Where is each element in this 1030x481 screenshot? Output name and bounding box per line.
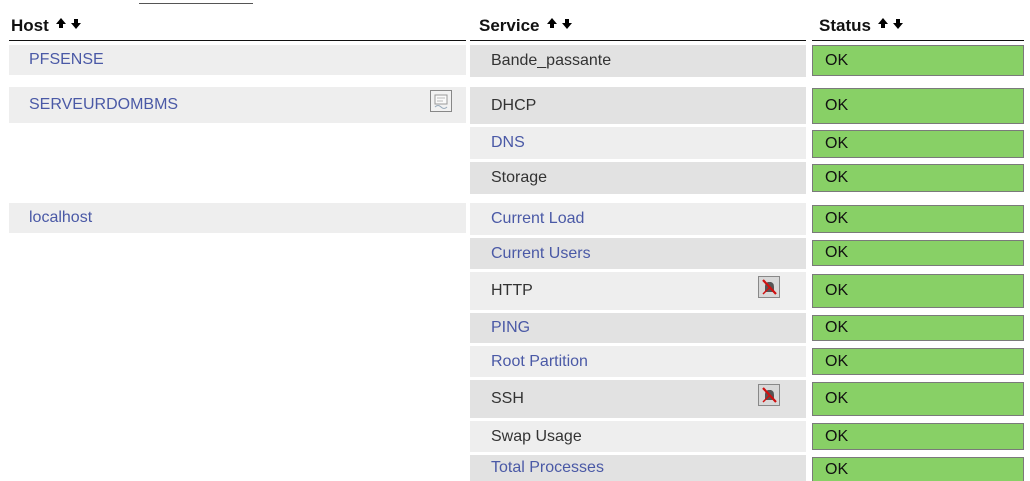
status-badge: OK <box>812 240 1024 266</box>
status-badge: OK <box>812 274 1024 308</box>
status-badge: OK <box>812 457 1024 481</box>
service-cell: Bande_passante <box>470 45 806 77</box>
status-badge: OK <box>812 130 1024 158</box>
status-badge: OK <box>812 88 1024 124</box>
sort-descending-icon[interactable] <box>892 19 903 29</box>
column-header-host: Host <box>11 16 82 36</box>
status-badge: OK <box>812 205 1024 233</box>
service-link[interactable]: Current Load <box>491 210 584 228</box>
header-rule <box>812 40 1024 41</box>
service-cell: HTTP <box>470 272 806 310</box>
host-cell: SERVEURDOMBMS <box>9 87 466 123</box>
column-header-label[interactable]: Service <box>479 16 540 36</box>
service-cell: DHCP <box>470 87 806 124</box>
notifications-disabled-icon[interactable] <box>758 384 780 406</box>
service-name[interactable]: DHCP <box>491 97 536 115</box>
sort-descending-icon[interactable] <box>70 19 81 29</box>
header-rule <box>470 40 806 41</box>
sort-ascending-icon[interactable] <box>55 18 66 28</box>
service-link[interactable]: Current Users <box>491 245 591 263</box>
service-link[interactable]: DNS <box>491 134 525 152</box>
service-link[interactable]: Total Processes <box>491 459 604 477</box>
service-cell: Swap Usage <box>470 421 806 452</box>
service-name[interactable]: Storage <box>491 169 547 187</box>
service-name[interactable]: Swap Usage <box>491 428 582 446</box>
service-name[interactable]: SSH <box>491 390 524 408</box>
host-link[interactable]: localhost <box>29 209 92 227</box>
sort-descending-icon[interactable] <box>561 19 572 29</box>
service-link[interactable]: PING <box>491 319 530 337</box>
header-rule <box>9 40 466 41</box>
host-cell: PFSENSE <box>9 45 466 75</box>
host-cell: localhost <box>9 203 466 233</box>
service-cell: Current Load <box>470 203 806 235</box>
service-cell: Root Partition <box>470 346 806 377</box>
notifications-disabled-icon[interactable] <box>758 276 780 298</box>
column-header-status: Status <box>819 16 904 36</box>
column-header-service: Service <box>479 16 573 36</box>
service-cell: DNS <box>470 127 806 159</box>
notes-icon[interactable] <box>430 90 452 112</box>
column-header-label[interactable]: Host <box>11 16 49 36</box>
service-cell: SSH <box>470 380 806 418</box>
host-link[interactable]: SERVEURDOMBMS <box>29 96 178 114</box>
top-divider <box>139 3 253 4</box>
service-cell: Storage <box>470 162 806 194</box>
status-badge: OK <box>812 45 1024 76</box>
sort-ascending-icon[interactable] <box>877 18 888 28</box>
status-badge: OK <box>812 382 1024 416</box>
column-header-label[interactable]: Status <box>819 16 871 36</box>
status-badge: OK <box>812 164 1024 192</box>
service-name[interactable]: HTTP <box>491 282 533 300</box>
host-link[interactable]: PFSENSE <box>29 51 104 69</box>
service-cell: Current Users <box>470 238 806 269</box>
status-badge: OK <box>812 348 1024 375</box>
service-name[interactable]: Bande_passante <box>491 52 611 70</box>
status-badge: OK <box>812 423 1024 450</box>
service-link[interactable]: Root Partition <box>491 353 588 371</box>
service-cell: PING <box>470 313 806 343</box>
sort-ascending-icon[interactable] <box>546 18 557 28</box>
service-cell: Total Processes <box>470 455 806 481</box>
status-badge: OK <box>812 315 1024 341</box>
